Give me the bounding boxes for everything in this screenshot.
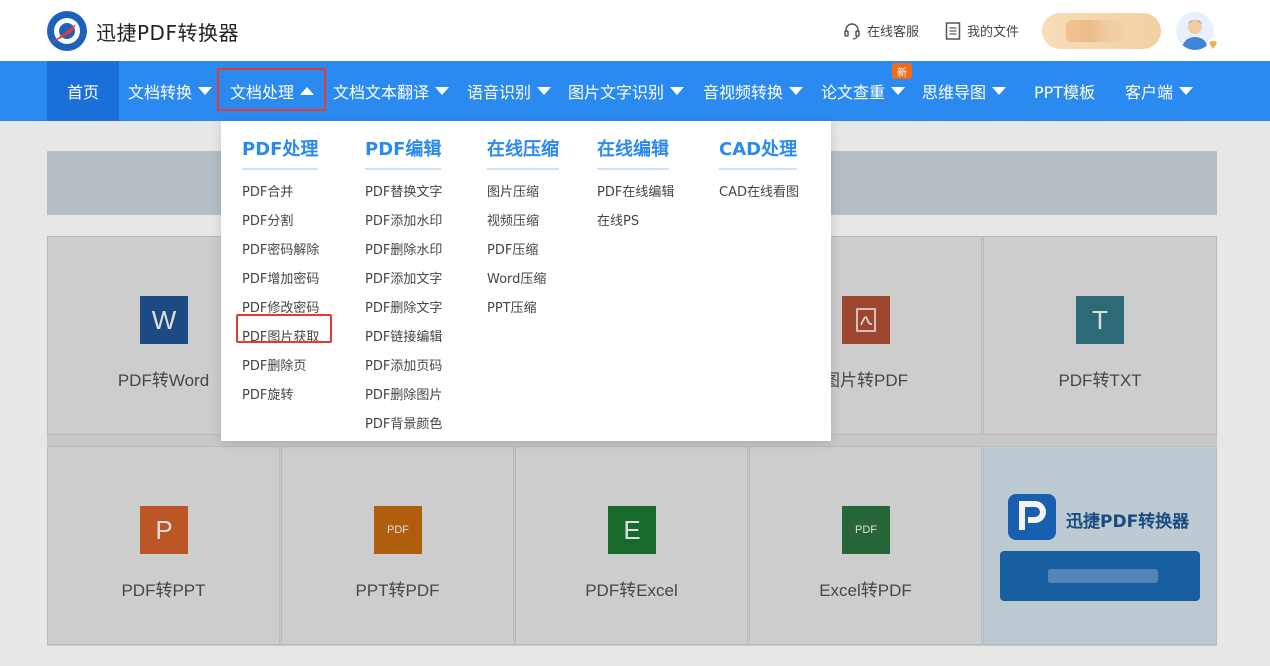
- document-icon: [945, 21, 961, 40]
- column-title: PDF编辑: [365, 135, 442, 170]
- brand-name[interactable]: 迅捷PDF转换器: [96, 17, 239, 46]
- menu-item[interactable]: PDF替换文字: [365, 178, 442, 207]
- menu-item-pdf-merge[interactable]: PDF合并: [242, 178, 319, 207]
- nav-item-ppt-template[interactable]: PPT模板: [1034, 61, 1095, 121]
- menu-item[interactable]: PDF删除文字: [365, 294, 442, 323]
- highlight-box: [236, 314, 332, 343]
- column-online-compress: 在线压缩 图片压缩 视频压缩 PDF压缩 Word压缩 PPT压缩: [487, 135, 559, 323]
- menu-item-pdf-split[interactable]: PDF分割: [242, 207, 319, 236]
- vip-badge-icon: [1206, 38, 1220, 52]
- main-nav: 首页 文档转换 文档处理 文档文本翻译 语音识别 图片文字识别 音视频转换 论文…: [0, 61, 1270, 121]
- menu-item[interactable]: PDF添加水印: [365, 207, 442, 236]
- nav-label: PPT模板: [1034, 83, 1096, 102]
- menu-item[interactable]: PDF背景颜色: [365, 410, 442, 439]
- headset-icon: [844, 22, 860, 40]
- chevron-down-icon: [789, 87, 804, 95]
- menu-item[interactable]: Word压缩: [487, 265, 559, 294]
- nav-label: 语音识别: [467, 83, 532, 102]
- nav-item-speech[interactable]: 语音识别: [467, 61, 552, 121]
- nav-item-home[interactable]: 首页: [47, 61, 119, 121]
- nav-label: 客户端: [1125, 83, 1174, 102]
- doc-process-dropdown: PDF处理 PDF合并 PDF分割 PDF密码解除 PDF增加密码 PDF修改密…: [221, 121, 831, 441]
- online-support-label: 在线客服: [867, 25, 920, 40]
- menu-item[interactable]: PDF删除图片: [365, 381, 442, 410]
- menu-item[interactable]: PDF删除水印: [365, 236, 442, 265]
- nav-label: 文档转换: [128, 83, 193, 102]
- column-pdf-edit: PDF编辑 PDF替换文字 PDF添加水印 PDF删除水印 PDF添加文字 PD…: [365, 135, 442, 439]
- chevron-down-icon: [670, 87, 685, 95]
- new-badge: 新: [892, 63, 912, 79]
- online-support-link[interactable]: 在线客服: [843, 21, 919, 40]
- my-files-label: 我的文件: [967, 25, 1020, 40]
- nav-label: 图片文字识别: [568, 83, 665, 102]
- menu-item[interactable]: 在线PS: [597, 207, 674, 236]
- nav-item-mindmap[interactable]: 思维导图: [922, 61, 1007, 121]
- top-header: 迅捷PDF转换器 在线客服 我的文件: [0, 0, 1270, 61]
- nav-item-av-convert[interactable]: 音视频转换: [703, 61, 804, 121]
- menu-item[interactable]: PDF在线编辑: [597, 178, 674, 207]
- menu-item[interactable]: CAD在线看图: [719, 178, 799, 207]
- menu-item-pdf-add-password[interactable]: PDF增加密码: [242, 265, 319, 294]
- chevron-down-icon: [992, 87, 1007, 95]
- menu-item[interactable]: PDF压缩: [487, 236, 559, 265]
- menu-item-pdf-unlock[interactable]: PDF密码解除: [242, 236, 319, 265]
- column-online-edit: 在线编辑 PDF在线编辑 在线PS: [597, 135, 674, 236]
- chevron-down-icon: [198, 87, 213, 95]
- chevron-down-icon: [537, 87, 552, 95]
- column-cad: CAD处理 CAD在线看图: [719, 135, 799, 207]
- menu-item[interactable]: PPT压缩: [487, 294, 559, 323]
- nav-label: 首页: [66, 83, 99, 102]
- column-pdf-process: PDF处理 PDF合并 PDF分割 PDF密码解除 PDF增加密码 PDF修改密…: [242, 135, 319, 410]
- column-title: CAD处理: [719, 135, 798, 170]
- nav-label: 文档文本翻译: [333, 83, 430, 102]
- logo[interactable]: [46, 10, 88, 52]
- chevron-down-icon: [435, 87, 450, 95]
- column-title: 在线编辑: [597, 135, 669, 170]
- menu-item-pdf-delete-pages[interactable]: PDF删除页: [242, 352, 319, 381]
- chevron-down-icon: [891, 87, 906, 95]
- menu-item[interactable]: PDF添加文字: [365, 265, 442, 294]
- menu-item[interactable]: PDF链接编辑: [365, 323, 442, 352]
- my-files-link[interactable]: 我的文件: [945, 21, 1019, 40]
- highlight-box: [217, 68, 326, 111]
- nav-label: 思维导图: [922, 83, 987, 102]
- nav-label: 音视频转换: [703, 83, 784, 102]
- menu-item-pdf-rotate[interactable]: PDF旋转: [242, 381, 319, 410]
- nav-item-doc-convert[interactable]: 文档转换: [128, 61, 213, 121]
- menu-item[interactable]: 图片压缩: [487, 178, 559, 207]
- blurred-vip-label: [1066, 20, 1126, 42]
- nav-item-ocr[interactable]: 图片文字识别: [568, 61, 685, 121]
- column-title: PDF处理: [242, 135, 319, 170]
- vip-button[interactable]: [1042, 13, 1161, 49]
- column-title: 在线压缩: [487, 135, 559, 170]
- chevron-down-icon: [1179, 87, 1194, 95]
- nav-item-client[interactable]: 客户端: [1125, 61, 1194, 121]
- menu-item[interactable]: 视频压缩: [487, 207, 559, 236]
- nav-label: 论文查重: [821, 83, 886, 102]
- menu-item[interactable]: PDF添加页码: [365, 352, 442, 381]
- nav-item-translate[interactable]: 文档文本翻译: [333, 61, 450, 121]
